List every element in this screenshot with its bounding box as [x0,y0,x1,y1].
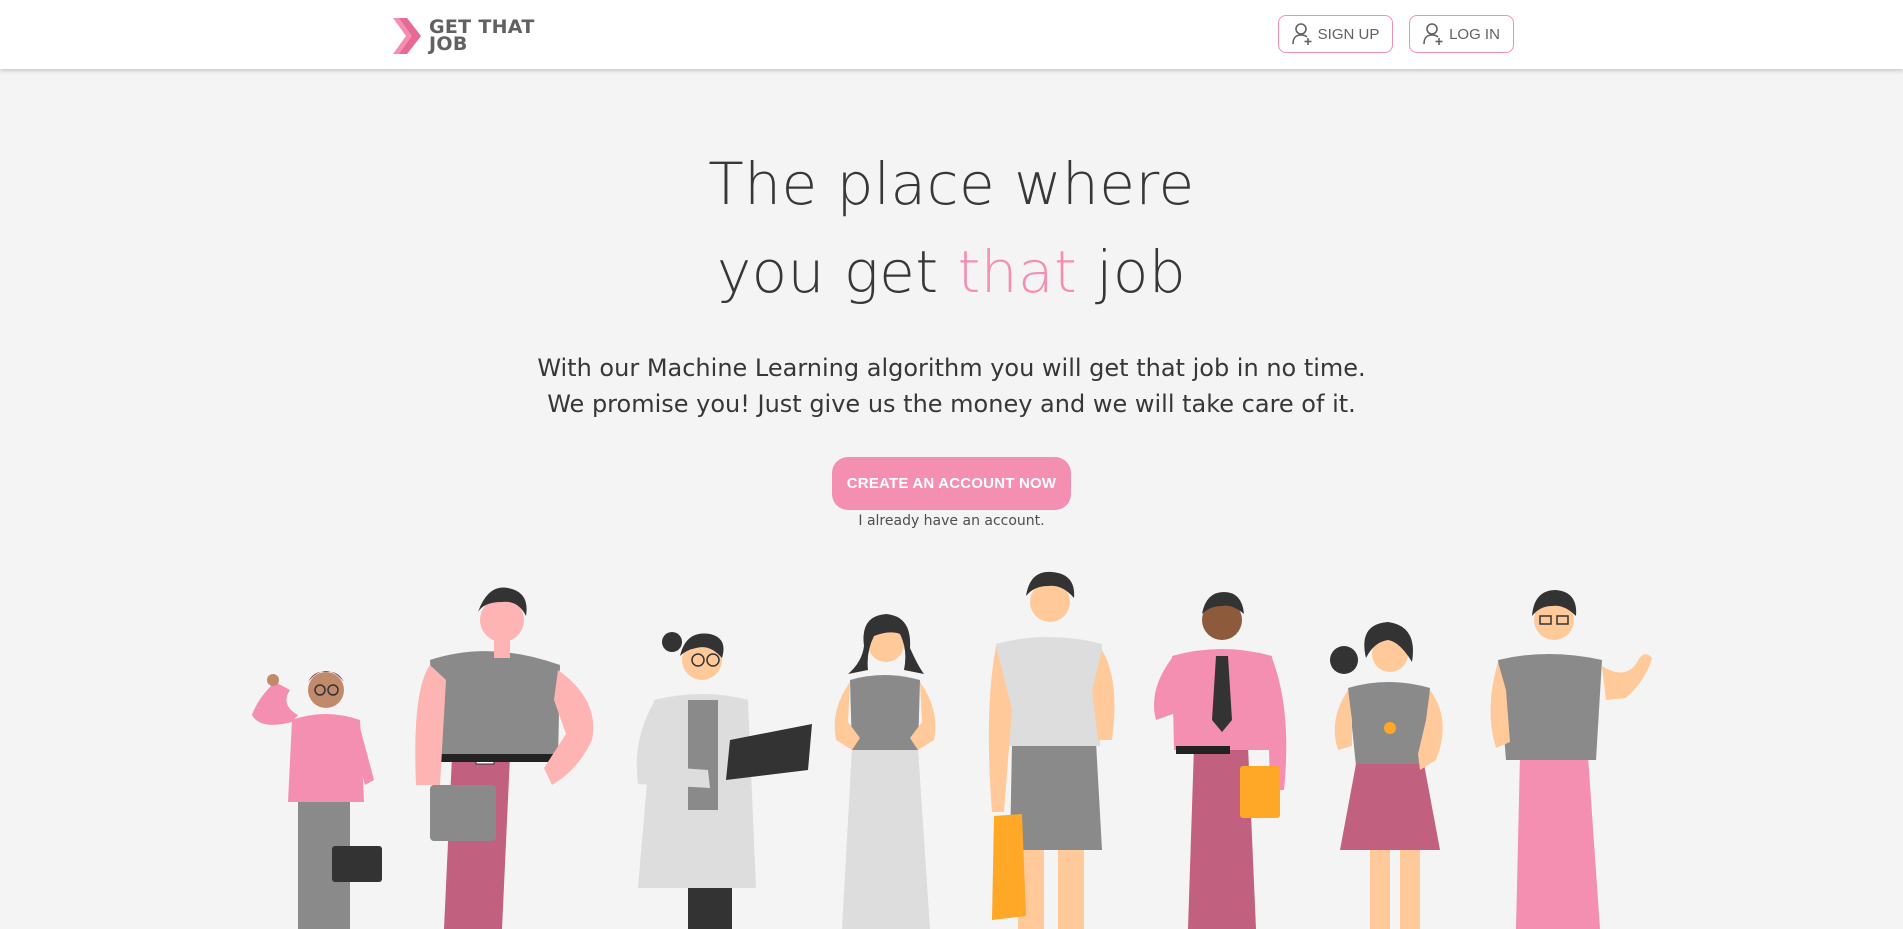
hero-title-accent: that [957,238,1078,306]
logo-text: GET THAT JOB [429,18,535,55]
hero-title-part1: you get [716,238,939,306]
log-in-label: LOG IN [1449,25,1500,43]
hero-subtitle-line2: We promise you! Just give us the money a… [547,390,1356,418]
already-have-account-link[interactable]: I already have an account. [0,513,1903,529]
hero-title: The place where you get that job [0,140,1903,316]
person-illustration [1154,592,1287,929]
person-illustration [252,671,382,929]
hero-title-line1: The place where [708,150,1195,218]
sign-up-button[interactable]: SIGN UP [1278,15,1393,53]
sign-up-label: SIGN UP [1317,25,1380,43]
user-plus-icon [1423,23,1443,45]
hero-subtitle: With our Machine Learning algorithm you … [0,350,1903,422]
top-navigation-bar: GET THAT JOB SIGN UP LOG IN [0,0,1903,69]
logo-line2: JOB [429,33,468,55]
person-illustration [1330,622,1443,929]
log-in-button[interactable]: LOG IN [1409,15,1514,53]
people-illustration [252,571,1652,929]
person-illustration [415,587,594,929]
user-plus-icon [1291,23,1312,45]
logo[interactable]: GET THAT JOB [393,16,535,56]
hero-subtitle-line1: With our Machine Learning algorithm you … [537,354,1366,382]
person-illustration [834,614,936,929]
person-illustration [1490,590,1652,929]
hero-title-part3: job [1096,238,1187,306]
person-illustration [988,571,1115,929]
create-account-button[interactable]: CREATE AN ACCOUNT NOW [832,457,1071,510]
chevron-logo-icon [393,18,421,54]
person-illustration [636,632,812,929]
